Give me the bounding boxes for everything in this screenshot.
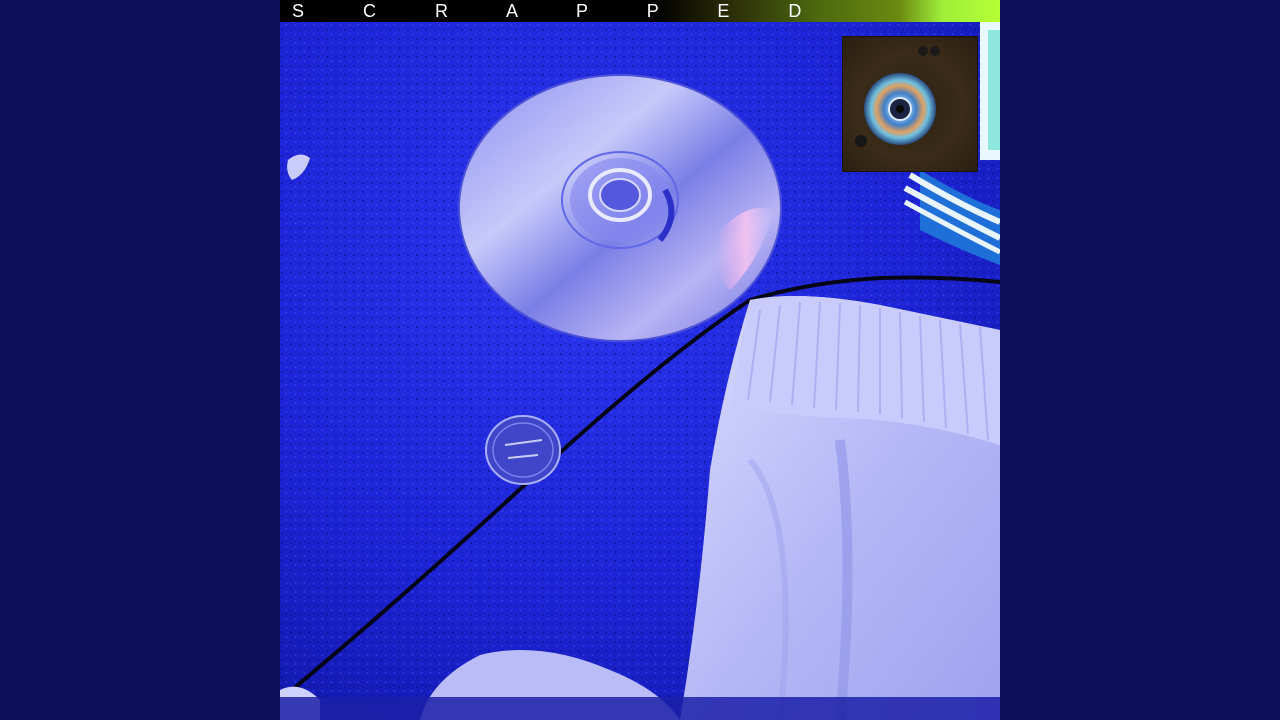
album-cover-artwork: S C R A P P E D — [280, 0, 1000, 720]
compact-disc — [458, 74, 782, 342]
inset-disc-thumbnail — [843, 37, 977, 171]
title-strip: S C R A P P E D — [280, 0, 1000, 22]
video-frame: S C R A P P E D — [0, 0, 1280, 720]
album-title: S C R A P P E D — [292, 1, 829, 21]
coin — [485, 415, 561, 485]
